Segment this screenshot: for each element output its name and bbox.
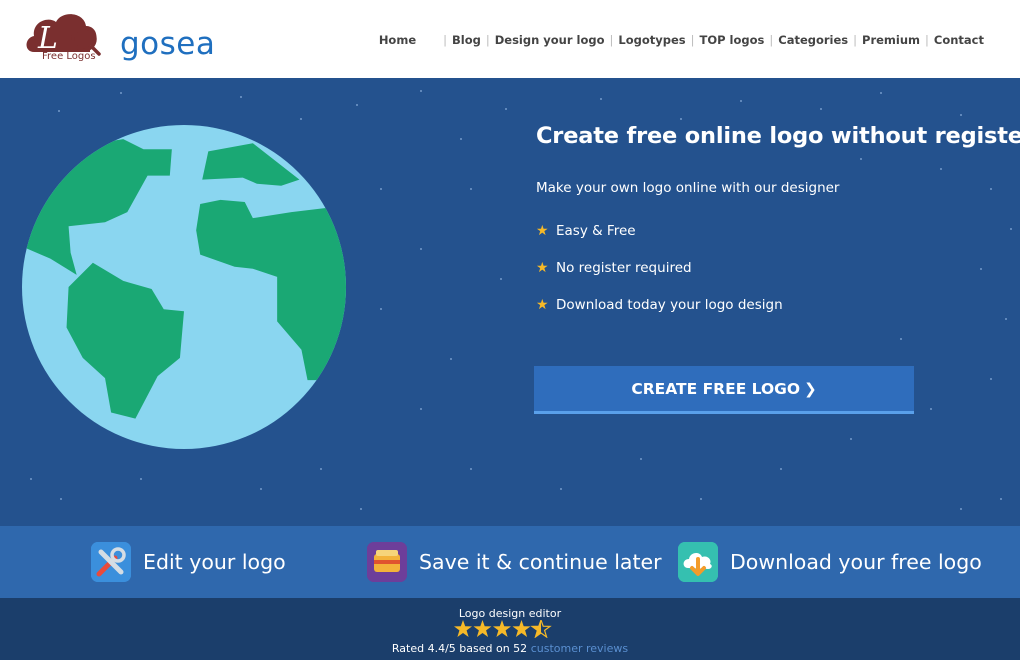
background-star [900, 338, 902, 340]
star-icon: ★ [536, 259, 549, 276]
nav-separator: | [690, 33, 695, 47]
background-star [60, 498, 62, 500]
logo-wordmark: gosea [120, 26, 216, 62]
background-star [1005, 318, 1007, 320]
main-nav: Home | Blog | Design your logo | Logotyp… [379, 33, 984, 47]
nav-separator: | [443, 33, 447, 47]
globe-icon [22, 125, 346, 449]
background-star [380, 308, 382, 310]
site-header: L gosea Free Logos Home | Blog | Design … [0, 0, 1020, 78]
nav-contact[interactable]: Contact [934, 33, 984, 47]
feature-item: ★ No register required [536, 249, 996, 286]
feature-label: Download your free logo [730, 550, 982, 574]
background-star [300, 118, 302, 120]
nav-home[interactable]: Home [379, 33, 416, 47]
nav-premium[interactable]: Premium [862, 33, 920, 47]
background-star [420, 248, 422, 250]
hero-text: Create free online logo without register… [536, 123, 1020, 323]
background-star [960, 114, 962, 116]
background-star [470, 468, 472, 470]
background-star [505, 108, 507, 110]
nav-categories[interactable]: Categories [778, 33, 848, 47]
hero-subtitle: Make your own logo online with our desig… [536, 180, 840, 196]
hero-title: Create free online logo without register [536, 123, 1020, 149]
star-half-icon [531, 620, 551, 638]
tools-icon [91, 542, 131, 582]
nav-design-your-logo[interactable]: Design your logo [495, 33, 605, 47]
background-star [1010, 228, 1012, 230]
nav-logotypes[interactable]: Logotypes [618, 33, 685, 47]
nav-top-logos[interactable]: TOP logos [700, 33, 765, 47]
background-star [240, 96, 242, 98]
cta-label: CREATE FREE LOGO [631, 379, 801, 398]
star-icon: ★ [536, 296, 549, 313]
hero-section: Create free online logo without register… [0, 78, 1020, 526]
background-star [380, 188, 382, 190]
feature-label: Save it & continue later [419, 550, 662, 574]
feature-bar: Edit your logo Save it & continue later … [0, 526, 1020, 598]
background-star [360, 508, 362, 510]
nav-separator: | [925, 33, 929, 47]
background-star [680, 118, 682, 120]
feature-label: No register required [556, 259, 692, 276]
background-star [356, 104, 358, 106]
feature-label: Easy & Free [556, 222, 636, 239]
background-star [460, 138, 462, 140]
feature-save-continue: Save it & continue later [367, 542, 662, 582]
star-icon: ★ [536, 222, 549, 239]
chevron-right-icon: ❯ [804, 379, 817, 398]
background-star [960, 508, 962, 510]
background-star [420, 408, 422, 410]
star-icon [493, 620, 511, 637]
wallet-icon [367, 542, 407, 582]
logo-tagline: Free Logos [42, 51, 96, 62]
background-star [58, 110, 60, 112]
star-icon [512, 620, 531, 637]
background-star [640, 458, 642, 460]
nav-separator: | [853, 33, 858, 47]
feature-item: ★ Easy & Free [536, 212, 996, 249]
nav-separator: | [769, 33, 774, 47]
background-star [930, 408, 932, 410]
customer-reviews-link[interactable]: customer reviews [531, 642, 628, 655]
background-star [450, 358, 452, 360]
feature-item: ★ Download today your logo design [536, 286, 996, 323]
background-star [500, 278, 502, 280]
background-star [740, 100, 742, 102]
background-star [850, 438, 852, 440]
rating-prefix: Rated 4.4/5 based on 52 [391, 642, 528, 655]
background-star [140, 478, 142, 480]
background-star [990, 378, 992, 380]
nav-separator: | [609, 33, 614, 47]
rating-summary: Rated 4.4/5 based on 52 customer reviews [0, 642, 1020, 655]
background-star [120, 92, 122, 94]
nav-blog[interactable]: Blog [452, 33, 481, 47]
feature-label: Download today your logo design [556, 296, 783, 313]
background-star [560, 488, 562, 490]
feature-download-logo: Download your free logo [678, 542, 982, 582]
rating-title: Logo design editor [458, 607, 562, 620]
feature-edit-logo: Edit your logo [91, 542, 286, 582]
background-star [320, 468, 322, 470]
background-star [780, 468, 782, 470]
background-star [700, 498, 702, 500]
star-icon [473, 620, 492, 637]
background-star [30, 478, 32, 480]
background-star [1000, 498, 1002, 500]
background-star [880, 92, 882, 94]
background-star [820, 108, 822, 110]
background-star [420, 90, 422, 92]
background-star [600, 98, 602, 100]
background-star [260, 488, 262, 490]
cloud-download-icon [678, 542, 718, 582]
feature-label: Edit your logo [143, 550, 286, 574]
create-free-logo-button[interactable]: CREATE FREE LOGO ❯ [534, 366, 914, 414]
star-icon [454, 620, 472, 637]
background-star [470, 188, 472, 190]
feature-list: ★ Easy & Free ★ No register required ★ D… [536, 212, 996, 323]
site-logo[interactable]: L gosea Free Logos [24, 8, 215, 70]
nav-separator: | [485, 33, 490, 47]
rating-stars [454, 620, 551, 638]
rating-footer: Logo design editor Rated 4.4/5 based on … [0, 598, 1020, 660]
